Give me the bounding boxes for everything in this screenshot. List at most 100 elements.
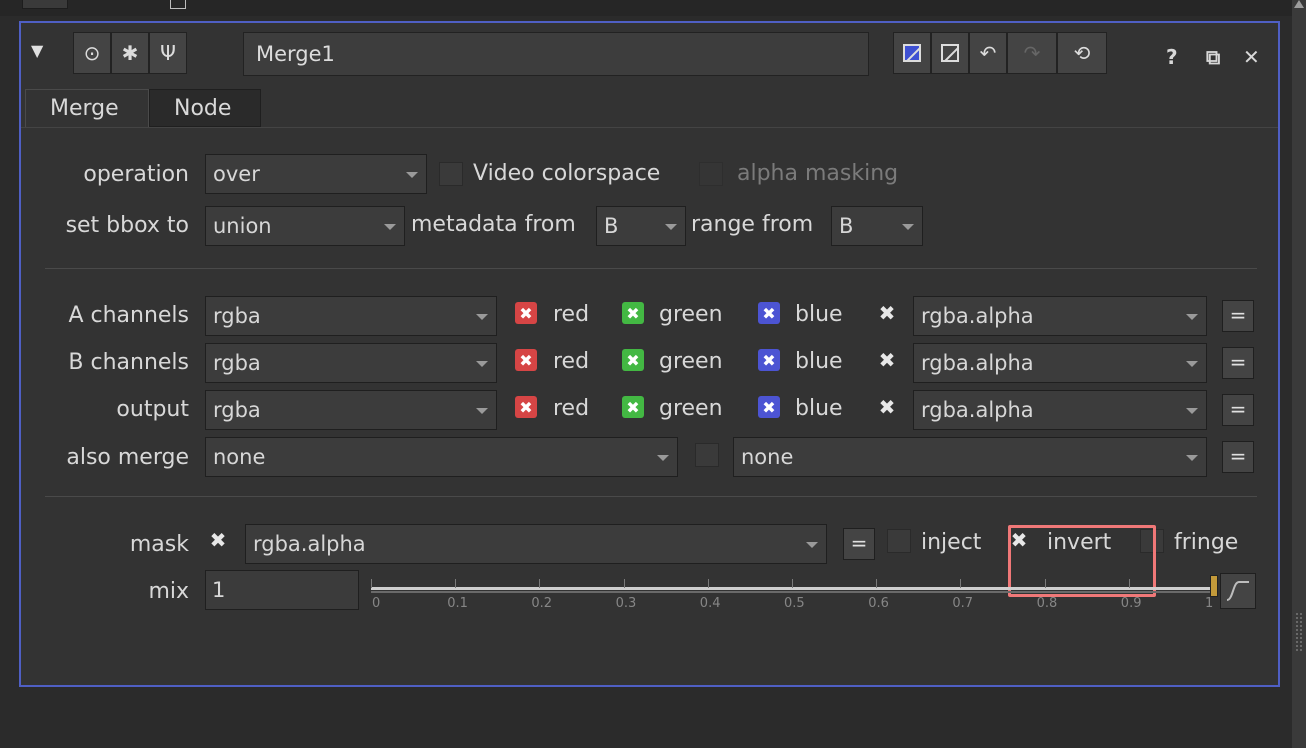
tab-merge[interactable]: Merge — [25, 89, 149, 127]
set-bbox-label: set bbox to — [65, 213, 189, 238]
toolbar-button[interactable] — [22, 0, 68, 9]
inject-label: inject — [921, 530, 982, 555]
chevron-down-icon — [476, 408, 488, 414]
chevron-down-icon — [476, 314, 488, 320]
operation-label: operation — [83, 162, 189, 187]
a-blue-checkbox[interactable]: ✖ — [758, 302, 780, 324]
also-merge-second-dropdown[interactable]: none — [733, 437, 1207, 477]
undo-button[interactable]: ↶ — [969, 32, 1007, 74]
b-channels-dropdown[interactable]: rgba — [205, 343, 497, 383]
also-merge-dropdown[interactable]: none — [205, 437, 678, 477]
inject-checkbox[interactable] — [887, 529, 911, 553]
properties-panel: ▼ ⊙ ✱ Ψ Merge1 ↶ ↷ ⟲ ? ⧉ ✕ Merge Node op… — [19, 21, 1280, 687]
output-dropdown[interactable]: rgba — [205, 390, 497, 430]
output-red-checkbox[interactable]: ✖ — [515, 396, 537, 418]
slider-tick — [1044, 579, 1046, 588]
a-blue-label: blue — [795, 302, 843, 327]
tab-bar: Merge Node — [21, 89, 1278, 128]
toolbar-checkbox[interactable] — [170, 0, 186, 9]
help-icon[interactable]: ? — [1166, 45, 1178, 69]
redo-button[interactable]: ↷ — [1007, 32, 1057, 74]
b-blue-checkbox[interactable]: ✖ — [758, 349, 780, 371]
a-red-label: red — [553, 302, 590, 327]
slider-tick-label: 0.3 — [615, 596, 637, 611]
a-red-checkbox[interactable]: ✖ — [515, 302, 537, 324]
b-alpha-dropdown[interactable]: rgba.alpha — [913, 343, 1207, 383]
a-green-label: green — [659, 302, 723, 327]
mask-channel-dropdown[interactable]: rgba.alpha — [245, 524, 827, 564]
a-alpha-checkbox[interactable]: ✖ — [876, 301, 898, 325]
b-red-checkbox[interactable]: ✖ — [515, 349, 537, 371]
slider-tick — [876, 579, 878, 588]
float-panel-icon[interactable]: ⧉ — [1206, 45, 1220, 69]
b-channels-link-button[interactable]: = — [1222, 347, 1254, 379]
b-alpha-checkbox[interactable]: ✖ — [876, 348, 898, 372]
slider-tick-label: 0.4 — [699, 596, 721, 611]
chevron-down-icon — [902, 224, 914, 230]
mask-link-button[interactable]: = — [843, 528, 875, 560]
video-colorspace-label: Video colorspace — [473, 161, 661, 186]
b-blue-label: blue — [795, 349, 843, 374]
b-green-label: green — [659, 349, 723, 374]
metadata-from-dropdown[interactable]: B — [596, 206, 686, 246]
node-name-field[interactable]: Merge1 — [243, 32, 869, 76]
output-link-button[interactable]: = — [1222, 394, 1254, 426]
also-merge-checkbox[interactable] — [695, 443, 719, 467]
bbox-dropdown[interactable]: union — [205, 206, 405, 246]
a-alpha-value: rgba.alpha — [921, 304, 1034, 328]
operation-dropdown[interactable]: over — [205, 154, 427, 194]
a-channels-dropdown[interactable]: rgba — [205, 296, 497, 336]
node-color-button[interactable] — [893, 32, 931, 74]
close-icon[interactable]: ✕ — [1243, 45, 1260, 69]
slider-tick — [960, 579, 962, 588]
output-alpha-dropdown[interactable]: rgba.alpha — [913, 390, 1207, 430]
mix-value-field[interactable]: 1 — [205, 570, 359, 610]
animation-curve-button[interactable] — [1220, 573, 1256, 609]
slider-tick — [455, 579, 457, 588]
a-green-checkbox[interactable]: ✖ — [622, 302, 644, 324]
mask-checkbox[interactable]: ✖ — [207, 528, 229, 552]
also-merge-link-button[interactable]: = — [1222, 441, 1254, 473]
also-merge-value: none — [213, 445, 266, 469]
a-alpha-dropdown[interactable]: rgba.alpha — [913, 296, 1207, 336]
tab-node[interactable]: Node — [149, 89, 261, 127]
collapse-triangle-icon[interactable]: ▼ — [31, 41, 43, 60]
output-red-label: red — [553, 396, 590, 421]
wrench-icon: Ψ — [160, 41, 176, 65]
fx-button[interactable]: ✱ — [111, 32, 149, 74]
tools-button[interactable]: Ψ — [149, 32, 187, 74]
chevron-down-icon — [806, 542, 818, 548]
alpha-masking-checkbox[interactable] — [699, 162, 723, 186]
slider-tick-label: 0.6 — [868, 596, 889, 611]
scroll-up-arrow-icon[interactable] — [1294, 0, 1304, 8]
range-from-dropdown[interactable]: B — [831, 206, 923, 246]
undo-icon: ↶ — [979, 41, 997, 65]
chevron-down-icon — [1186, 314, 1198, 320]
font-color-button[interactable] — [931, 32, 969, 74]
circle-dot-icon: ⊙ — [83, 41, 101, 65]
output-green-label: green — [659, 396, 723, 421]
b-red-label: red — [553, 349, 590, 374]
chevron-down-icon — [657, 455, 669, 461]
font-color-icon — [941, 44, 959, 62]
mix-label: mix — [148, 579, 189, 604]
b-green-checkbox[interactable]: ✖ — [622, 349, 644, 371]
a-channels-link-button[interactable]: = — [1222, 300, 1254, 332]
output-green-checkbox[interactable]: ✖ — [622, 396, 644, 418]
video-colorspace-checkbox[interactable] — [439, 162, 463, 186]
redo-icon: ↷ — [1023, 41, 1041, 65]
operation-value: over — [213, 162, 260, 186]
chevron-down-icon — [406, 172, 418, 178]
mask-channel-value: rgba.alpha — [253, 532, 366, 556]
slider-tick — [623, 579, 625, 588]
viewer-toggle-button[interactable]: ⊙ — [73, 32, 111, 74]
revert-button[interactable]: ⟲ — [1057, 32, 1107, 74]
scrollbar[interactable] — [1292, 0, 1306, 748]
chevron-down-icon — [476, 361, 488, 367]
slider-tick — [371, 579, 372, 588]
output-blue-checkbox[interactable]: ✖ — [758, 396, 780, 418]
mix-slider-handle[interactable] — [1210, 575, 1218, 597]
scroll-grip[interactable] — [1295, 612, 1303, 652]
panel-header: ▼ ⊙ ✱ Ψ Merge1 ↶ ↷ ⟲ ? ⧉ ✕ — [21, 23, 1278, 85]
output-alpha-checkbox[interactable]: ✖ — [876, 395, 898, 419]
